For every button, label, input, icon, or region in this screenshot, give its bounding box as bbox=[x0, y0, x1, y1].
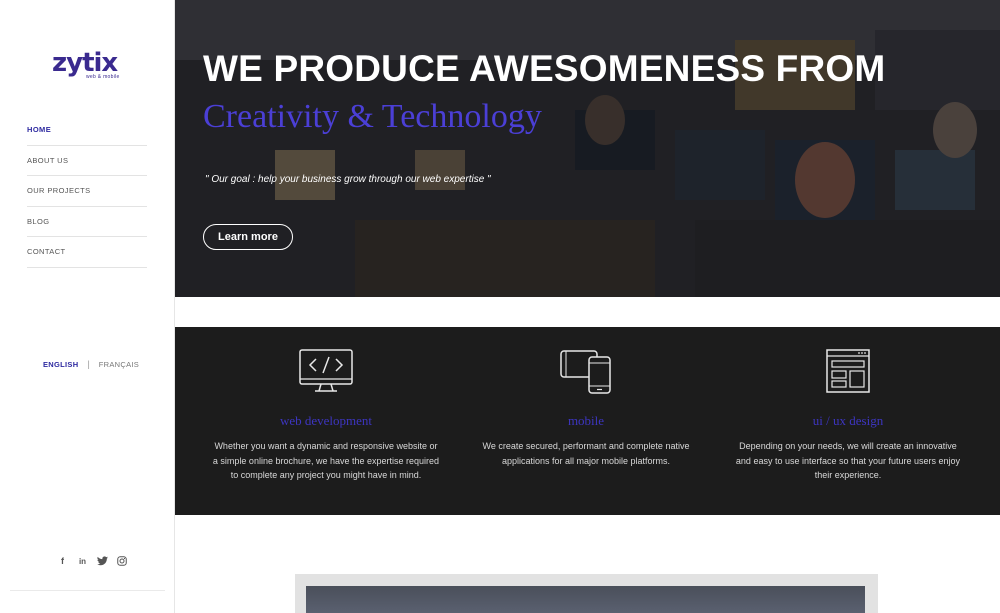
hero-overlay bbox=[175, 0, 1000, 297]
twitter-icon[interactable] bbox=[97, 556, 108, 567]
service-title[interactable]: web development bbox=[211, 413, 441, 429]
logo-tagline: web & mobile bbox=[86, 74, 120, 80]
language-switcher: ENGLISH | FRANÇAIS bbox=[43, 359, 139, 369]
language-separator: | bbox=[87, 359, 90, 369]
services-section: web development Whether you want a dynam… bbox=[175, 327, 1000, 515]
logo[interactable]: zytix web & mobile bbox=[52, 50, 124, 84]
service-description: Depending on your needs, we will create … bbox=[735, 441, 961, 480]
linkedin-icon[interactable]: in bbox=[76, 556, 89, 567]
hero-title: WE PRODUCE AWESOMENESS FROM bbox=[203, 48, 886, 89]
nav-item-blog[interactable]: BLOG bbox=[27, 207, 147, 237]
service-description: Whether you want a dynamic and responsiv… bbox=[212, 441, 440, 480]
learn-more-button[interactable]: Learn more bbox=[203, 224, 293, 250]
sidebar-divider bbox=[10, 590, 165, 591]
language-english[interactable]: ENGLISH bbox=[43, 360, 78, 369]
nav-item-home[interactable]: HOME bbox=[27, 115, 147, 146]
hero-section: WE PRODUCE AWESOMENESS FROM Creativity &… bbox=[175, 0, 1000, 297]
language-french[interactable]: FRANÇAIS bbox=[99, 360, 139, 369]
service-title[interactable]: ui / ux design bbox=[733, 413, 963, 429]
nav-item-contact[interactable]: CONTACT bbox=[27, 237, 147, 268]
nav-item-about-us[interactable]: ABOUT US bbox=[27, 146, 147, 176]
service-description: We create secured, performant and comple… bbox=[482, 441, 690, 466]
main-nav: HOME ABOUT US OUR PROJECTS BLOG CONTACT bbox=[27, 115, 147, 268]
hero-subtitle: Creativity & Technology bbox=[203, 98, 542, 135]
instagram-icon[interactable] bbox=[116, 556, 127, 567]
hero-quote: " Our goal : help your business grow thr… bbox=[205, 174, 491, 185]
nav-item-our-projects[interactable]: OUR PROJECTS bbox=[27, 176, 147, 207]
logo-text: zytix bbox=[52, 48, 118, 78]
facebook-icon[interactable]: f bbox=[57, 556, 68, 567]
mobile-devices-icon bbox=[560, 349, 612, 400]
sidebar: zytix web & mobile HOME ABOUT US OUR PRO… bbox=[0, 0, 175, 613]
service-title[interactable]: mobile bbox=[471, 413, 701, 429]
ui-layout-icon bbox=[826, 349, 870, 398]
project-preview-image[interactable] bbox=[306, 586, 865, 613]
code-monitor-icon bbox=[299, 349, 353, 398]
social-links: f in bbox=[57, 556, 127, 567]
